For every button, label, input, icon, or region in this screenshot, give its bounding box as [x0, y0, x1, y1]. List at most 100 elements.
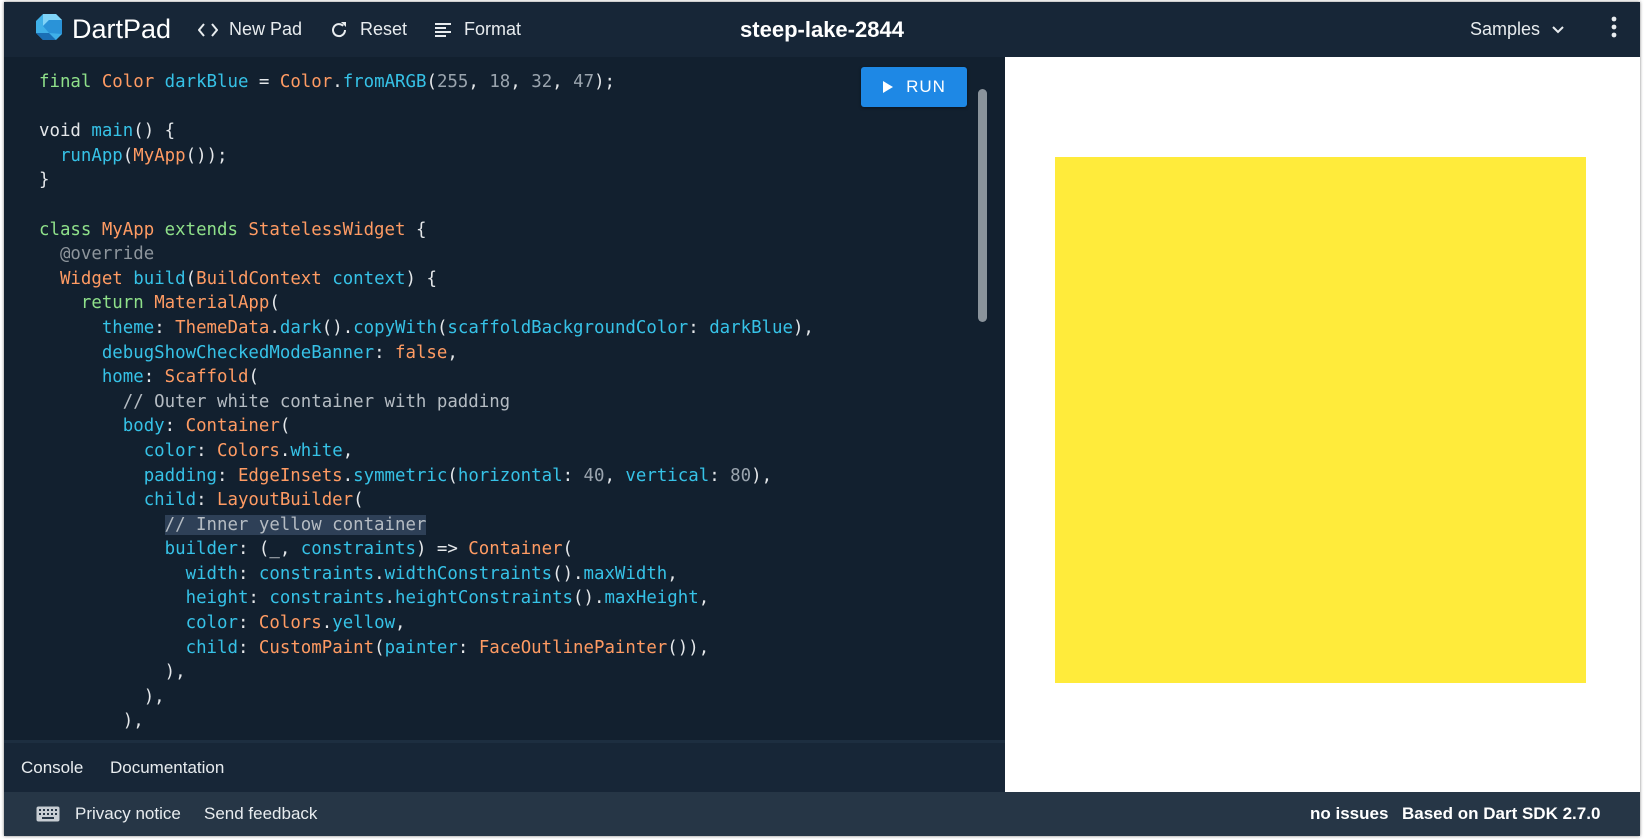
code-token: LayoutBuilder [217, 490, 354, 511]
code-line[interactable]: class MyApp extends StatelessWidget { [39, 218, 814, 243]
code-line[interactable]: height: constraints.heightConstraints().… [39, 586, 814, 611]
code-token: dark [279, 317, 322, 338]
code-token: body [122, 416, 165, 437]
code-line[interactable]: runApp(MyApp()); [39, 144, 814, 169]
code-line[interactable]: void main() { [39, 119, 814, 144]
code-token: false [395, 342, 448, 363]
code-token: (). [573, 588, 605, 609]
code-token: Widget [59, 268, 134, 289]
code-token: context [332, 268, 406, 289]
code-token: . [332, 72, 343, 92]
send-feedback-link[interactable]: Send feedback [204, 792, 317, 836]
code-token: , [447, 342, 458, 363]
code-line[interactable]: color: Colors.yellow, [39, 611, 814, 636]
code-line[interactable] [39, 95, 814, 120]
code-token: width [185, 563, 238, 584]
code-line[interactable]: color: Colors.white, [39, 439, 814, 464]
format-align-icon [432, 19, 454, 41]
run-label: RUN [906, 77, 946, 96]
code-line[interactable]: width: constraints.widthConstraints().ma… [39, 562, 814, 587]
code-token: . [321, 613, 333, 634]
code-token: . [374, 563, 385, 584]
code-line[interactable]: home: Scaffold( [39, 365, 814, 390]
code-token: : [237, 637, 259, 658]
code-token: , [667, 563, 678, 584]
code-token: : [196, 490, 218, 511]
code-token: fromARGB [342, 72, 427, 92]
format-button[interactable]: Format [432, 2, 521, 57]
code-token: ( [436, 317, 448, 338]
code-token: } [39, 170, 50, 191]
code-line[interactable]: child: CustomPaint(painter: FaceOutlineP… [39, 636, 814, 661]
reset-button[interactable]: Reset [328, 2, 407, 57]
samples-dropdown[interactable]: Samples [1470, 2, 1564, 57]
code-token: ) { [405, 268, 437, 289]
code-token: ), [751, 465, 773, 486]
code-line[interactable]: builder: (_, constraints) => Container( [39, 537, 814, 562]
code-line[interactable]: Widget build(BuildContext context) { [39, 267, 814, 292]
code-token: , [604, 465, 626, 486]
code-token: , [342, 440, 354, 461]
more-options-button[interactable] [1604, 2, 1624, 57]
dartpad-window: DartPad New Pad Reset Format steep-lake-… [4, 2, 1640, 836]
code-line[interactable]: @override [39, 242, 814, 267]
code-token: height [185, 588, 249, 609]
code-token: 255 [436, 72, 469, 92]
pad-title[interactable]: steep-lake-2844 [740, 17, 904, 42]
code-token: color [143, 440, 197, 461]
code-token: ); [594, 72, 616, 92]
status-footer: Privacy notice Send feedback no issues B… [4, 792, 1640, 836]
run-button[interactable]: RUN [861, 67, 967, 107]
code-editor[interactable]: final Color darkBlue = Color.fromARGB(25… [4, 57, 1005, 740]
output-panel [1005, 57, 1640, 792]
code-token: 40 [583, 465, 605, 486]
code-line[interactable]: padding: EdgeInsets.symmetric(horizontal… [39, 464, 814, 489]
code-line[interactable]: child: LayoutBuilder( [39, 488, 814, 513]
code-line[interactable]: ), [39, 660, 814, 685]
new-pad-button[interactable]: New Pad [197, 2, 302, 57]
code-content[interactable]: final Color darkBlue = Color.fromARGB(25… [39, 70, 814, 734]
code-token: : [248, 588, 270, 609]
code-token: maxHeight [604, 588, 699, 609]
code-token: (). [552, 563, 584, 584]
code-line[interactable]: body: Container( [39, 414, 814, 439]
code-token: MaterialApp [154, 293, 270, 314]
tab-documentation[interactable]: Documentation [110, 743, 224, 792]
editor-scrollbar[interactable] [978, 89, 987, 322]
more-vert-icon [1611, 16, 1617, 43]
code-token: maxWidth [583, 563, 668, 584]
code-token: return [80, 293, 155, 314]
code-line[interactable]: return MaterialApp( [39, 291, 814, 316]
code-line[interactable]: // Outer white container with padding [39, 390, 814, 415]
privacy-notice-link[interactable]: Privacy notice [75, 792, 181, 836]
code-token: ( [447, 465, 458, 486]
code-token: StatelessWidget [248, 219, 406, 240]
code-line[interactable]: ), [39, 709, 814, 734]
code-token: BuildContext [196, 268, 333, 289]
code-line[interactable]: theme: ThemeData.dark().copyWith(scaffol… [39, 316, 814, 341]
tab-console[interactable]: Console [21, 743, 83, 792]
code-line[interactable]: } [39, 168, 814, 193]
code-line[interactable]: ), [39, 685, 814, 710]
code-token: , [468, 72, 490, 92]
code-line[interactable]: // Inner yellow container [39, 513, 814, 538]
code-token: ( [279, 416, 291, 437]
code-token: 47 [573, 72, 595, 92]
app-logo[interactable]: DartPad [34, 2, 171, 57]
code-token: 18 [489, 72, 511, 92]
code-token: darkBlue [709, 317, 793, 338]
code-token: home [101, 367, 144, 388]
keyboard-icon[interactable] [36, 792, 60, 836]
app-header: DartPad New Pad Reset Format steep-lake-… [4, 2, 1640, 57]
code-line[interactable] [39, 193, 814, 218]
code-token: : [154, 317, 176, 338]
code-line[interactable]: debugShowCheckedModeBanner: false, [39, 341, 814, 366]
code-token: : [196, 440, 218, 461]
code-token: build [133, 268, 186, 289]
code-line[interactable]: final Color darkBlue = Color.fromARGB(25… [39, 70, 814, 95]
